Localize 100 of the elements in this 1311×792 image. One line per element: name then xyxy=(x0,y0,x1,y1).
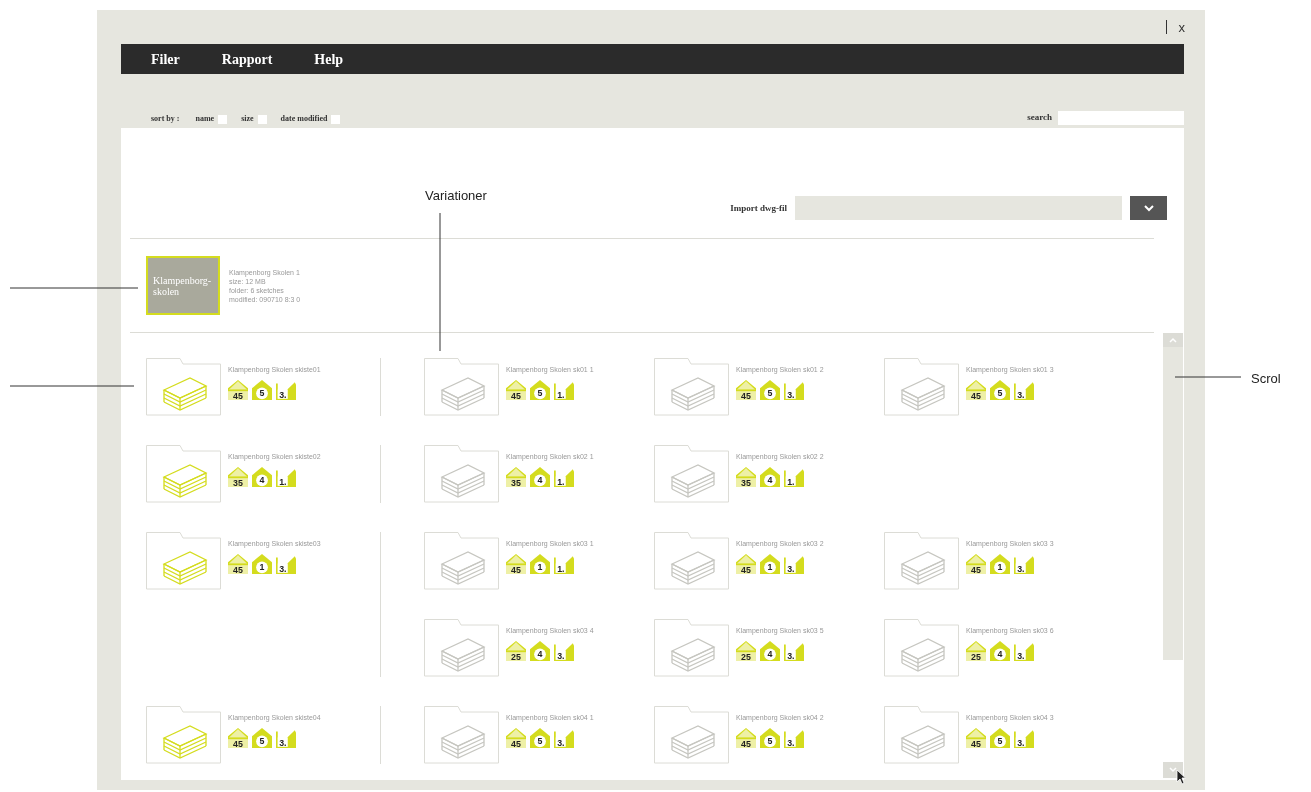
slope-badge: 1. xyxy=(554,467,574,487)
folder-icon[interactable] xyxy=(884,358,959,416)
folder-icon[interactable] xyxy=(424,706,499,764)
sort-label: sort by : xyxy=(151,113,180,125)
circle-house-badge: 1 xyxy=(252,554,272,574)
circle-house-badge: 4 xyxy=(760,641,780,661)
stacked-layers-icon xyxy=(440,551,486,585)
house-badge: 45 xyxy=(506,728,526,748)
slope-badge: 1. xyxy=(784,467,804,487)
slope-badge: 3. xyxy=(554,728,574,748)
stacked-layers-icon xyxy=(162,725,208,759)
folder-name: Klampenborg-skolen xyxy=(153,274,213,297)
folder-icon[interactable] xyxy=(146,358,221,416)
house-badge: 45 xyxy=(966,380,986,400)
folder-icon[interactable] xyxy=(654,445,729,503)
slope-badge: 3. xyxy=(1014,641,1034,661)
slope-badge: 3. xyxy=(784,554,804,574)
stacked-layers-icon xyxy=(162,377,208,411)
folder-icon[interactable] xyxy=(146,445,221,503)
annotation-label: Scrol xyxy=(1251,370,1281,388)
dropdown-button[interactable] xyxy=(1130,196,1167,220)
stacked-layers-icon xyxy=(440,377,486,411)
circle-house-badge: 4 xyxy=(990,641,1010,661)
slope-badge: 3. xyxy=(1014,728,1034,748)
house-badge: 45 xyxy=(506,554,526,574)
search-field[interactable] xyxy=(1058,111,1184,125)
chevron-up-icon xyxy=(1168,337,1178,343)
folder-icon[interactable] xyxy=(654,619,729,677)
menu-item[interactable]: Rapport xyxy=(221,48,273,70)
slope-badge: 3. xyxy=(784,728,804,748)
slope-badge: 1. xyxy=(276,467,296,487)
circle-house-badge: 5 xyxy=(990,380,1010,400)
menu-item[interactable]: Filer xyxy=(151,48,180,70)
folder-icon[interactable] xyxy=(146,532,221,590)
circle-house-badge: 5 xyxy=(760,380,780,400)
circle-house-badge: 5 xyxy=(530,380,550,400)
house-badge: 45 xyxy=(228,728,248,748)
folder-icon[interactable] xyxy=(654,532,729,590)
folder-icon[interactable] xyxy=(884,619,959,677)
folder-icon[interactable] xyxy=(424,445,499,503)
house-badge: 25 xyxy=(506,641,526,661)
house-badge: 35 xyxy=(736,467,756,487)
stacked-layers-icon xyxy=(670,464,716,498)
folder-icon[interactable] xyxy=(654,706,729,764)
circle-house-badge: 1 xyxy=(760,554,780,574)
folder-icon[interactable] xyxy=(884,532,959,590)
checkbox[interactable] xyxy=(218,114,228,124)
house-badge: 45 xyxy=(228,554,248,574)
circle-house-badge: 5 xyxy=(252,728,272,748)
folder-icon[interactable] xyxy=(654,358,729,416)
checkbox[interactable] xyxy=(331,114,341,124)
folder-icon[interactable] xyxy=(424,358,499,416)
stacked-layers-icon xyxy=(162,551,208,585)
leader-line xyxy=(1175,376,1241,378)
circle-house-badge: 4 xyxy=(530,641,550,661)
import-field[interactable] xyxy=(795,196,1122,220)
slope-badge: 3. xyxy=(784,380,804,400)
stacked-layers-icon xyxy=(440,638,486,672)
stacked-layers-icon xyxy=(670,725,716,759)
circle-house-badge: 5 xyxy=(760,728,780,748)
stacked-layers-icon xyxy=(900,725,946,759)
house-badge: 35 xyxy=(506,467,526,487)
house-badge: 45 xyxy=(966,554,986,574)
folder-icon[interactable] xyxy=(424,532,499,590)
sort-option-label: date modified xyxy=(280,113,328,125)
slope-badge: 3. xyxy=(276,380,296,400)
stacked-layers-icon xyxy=(670,638,716,672)
house-badge: 25 xyxy=(736,641,756,661)
stacked-layers-icon xyxy=(900,638,946,672)
stacked-layers-icon xyxy=(900,551,946,585)
stacked-layers-icon xyxy=(900,377,946,411)
chevron-down-icon xyxy=(1142,204,1155,212)
slope-badge: 3. xyxy=(1014,380,1034,400)
close-button[interactable]: x xyxy=(1178,20,1185,34)
checkbox[interactable] xyxy=(257,114,267,124)
house-badge: 45 xyxy=(736,554,756,574)
folder-icon[interactable] xyxy=(424,619,499,677)
search-label: search xyxy=(1027,111,1052,125)
scroll-thumb[interactable] xyxy=(1163,347,1183,660)
sort-option-label: size xyxy=(241,113,254,125)
house-badge: 45 xyxy=(966,728,986,748)
circle-house-badge: 1 xyxy=(990,554,1010,574)
folder-icon[interactable] xyxy=(146,706,221,764)
stacked-layers-icon xyxy=(670,551,716,585)
folder-icon[interactable] xyxy=(884,706,959,764)
stacked-layers-icon xyxy=(670,377,716,411)
circle-house-badge: 4 xyxy=(760,467,780,487)
circle-house-badge: 1 xyxy=(530,554,550,574)
scroll-up-button[interactable] xyxy=(1163,333,1183,347)
house-badge: 35 xyxy=(228,467,248,487)
house-badge: 45 xyxy=(736,728,756,748)
menu-item[interactable]: Help xyxy=(314,48,344,70)
slope-badge: 3. xyxy=(784,641,804,661)
slope-badge: 3. xyxy=(1014,554,1034,574)
circle-house-badge: 4 xyxy=(252,467,272,487)
annotation-label: Variationer xyxy=(425,187,487,205)
house-badge: 25 xyxy=(966,641,986,661)
circle-house-badge: 4 xyxy=(530,467,550,487)
house-badge: 45 xyxy=(736,380,756,400)
stacked-layers-icon xyxy=(440,725,486,759)
